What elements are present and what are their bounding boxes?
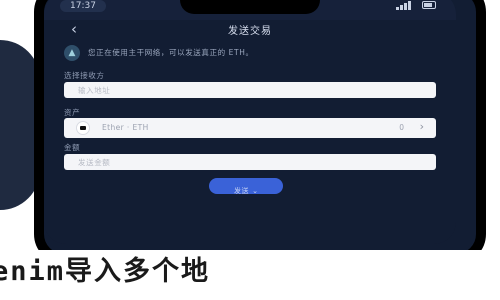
phone-screen: 17:37 ‹ 发送交易 ▲ 您正在使用主干网络，可以发送真正的 ETH。 选择… xyxy=(44,0,456,244)
status-time: 17:37 xyxy=(60,0,106,12)
notice-text: 您正在使用主干网络，可以发送真正的 ETH。 xyxy=(88,48,254,57)
chevron-down-icon: ⌄ xyxy=(252,187,259,195)
amount-label: 金额 xyxy=(64,143,81,152)
asset-name: Ether · ETH xyxy=(102,123,149,132)
overlay-caption: enim导入多个地 xyxy=(0,256,211,287)
network-notice: ▲ 您正在使用主干网络，可以发送真正的 ETH。 xyxy=(64,44,436,62)
chevron-right-icon: › xyxy=(419,120,424,133)
asset-balance: 0 xyxy=(399,123,404,132)
recipient-input[interactable]: 输入地址 xyxy=(64,82,436,98)
amount-placeholder: 发送金额 xyxy=(78,158,111,167)
page-header: ‹ 发送交易 xyxy=(44,18,456,40)
phone-edge-left xyxy=(34,0,41,264)
signal-bar xyxy=(408,1,411,10)
signal-icon xyxy=(396,7,399,10)
ethereum-icon xyxy=(76,121,90,135)
recipient-label: 选择接收方 xyxy=(64,71,105,80)
phone-edge-right xyxy=(479,0,486,264)
page-title: 发送交易 xyxy=(228,26,272,37)
signal-bar xyxy=(400,5,403,10)
send-button[interactable]: 发送 ⌄ xyxy=(209,178,283,195)
warning-triangle-icon: ▲ xyxy=(64,45,80,61)
asset-selector[interactable]: Ether · ETH 0 › xyxy=(64,118,436,138)
asset-label: 资产 xyxy=(64,108,81,117)
amount-input[interactable]: 发送金额 xyxy=(64,154,436,170)
recipient-placeholder: 输入地址 xyxy=(78,86,111,95)
status-icons xyxy=(396,0,436,10)
send-button-label: 发送 xyxy=(233,187,250,195)
screenshot-stage: 17:37 ‹ 发送交易 ▲ 您正在使用主干网络，可以发送真正的 ETH。 选择… xyxy=(0,0,500,300)
signal-bar xyxy=(404,3,407,10)
status-bar: 17:37 xyxy=(44,0,456,20)
battery-icon xyxy=(422,1,436,9)
phone-notch xyxy=(180,0,320,14)
